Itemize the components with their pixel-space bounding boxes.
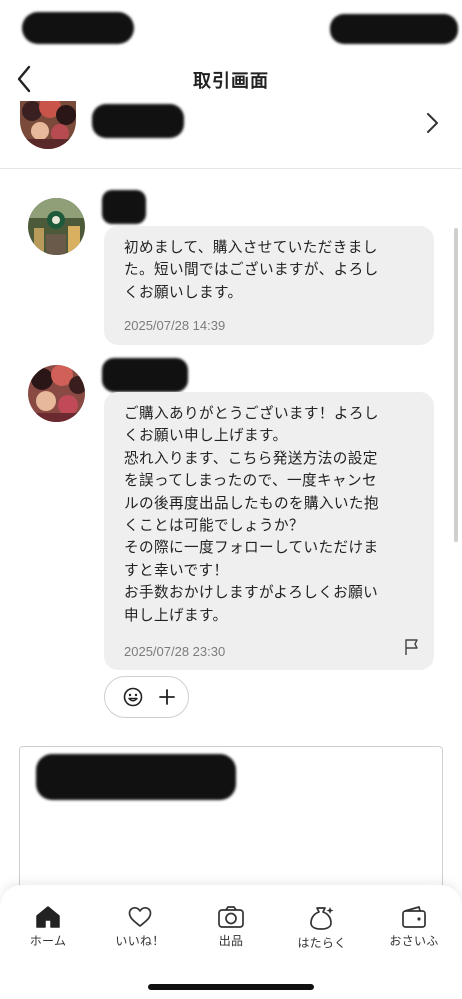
nav-work-label: はたらく — [297, 936, 347, 950]
nav-likes[interactable]: いいね！ — [100, 905, 180, 949]
wallet-icon — [402, 906, 426, 928]
page-title: 取引画面 — [193, 71, 269, 92]
seller-name-redaction — [92, 104, 184, 138]
home-icon — [36, 906, 60, 928]
message-bubble: ご購入ありがとうございます！よろし くお願い申し上げます。 恐れ入ります、こちら… — [104, 392, 434, 670]
money-bag-icon — [310, 907, 334, 930]
seller-avatar[interactable] — [20, 101, 76, 149]
bottom-navigation: ホーム いいね！ 出品 はたらく おさいふ — [0, 885, 462, 999]
nav-work[interactable]: はたらく — [282, 905, 362, 951]
seller-message-avatar[interactable] — [28, 365, 85, 422]
message-text: ご購入ありがとうございます！よろし くお願い申し上げます。 恐れ入ります、こちら… — [124, 405, 379, 624]
emoji-icon — [123, 687, 143, 707]
nav-sell-label: 出品 — [218, 934, 244, 948]
nav-home[interactable]: ホーム — [8, 905, 88, 949]
home-indicator — [148, 984, 314, 990]
message-timestamp: 2025/07/28 23:30 — [124, 644, 226, 659]
nav-wallet[interactable]: おさいふ — [374, 905, 454, 949]
plus-icon — [159, 689, 175, 705]
chevron-right-icon[interactable] — [422, 110, 442, 136]
add-reaction-button[interactable] — [104, 676, 189, 718]
flag-icon[interactable] — [404, 638, 420, 656]
scrollbar[interactable] — [454, 228, 458, 542]
buyer-avatar[interactable] — [28, 198, 85, 255]
camera-icon — [218, 906, 244, 928]
nav-likes-label: いいね！ — [115, 934, 165, 948]
nav-wallet-label: おさいふ — [389, 934, 439, 948]
status-bar-redaction-left — [22, 12, 134, 44]
seller-message-name-redaction — [102, 358, 188, 392]
message-bubble: 初めまして、購入させていただきまし た。短い間ではございますが、よろし くお願い… — [104, 226, 434, 345]
nav-home-label: ホーム — [29, 934, 67, 948]
buyer-name-redaction — [102, 190, 146, 224]
heart-icon — [128, 906, 152, 927]
nav-sell[interactable]: 出品 — [191, 905, 271, 949]
message-timestamp: 2025/07/28 14:39 — [124, 318, 226, 333]
seller-profile-row[interactable] — [0, 100, 462, 169]
status-bar-redaction-right — [330, 14, 458, 44]
message-input-redaction — [36, 754, 236, 800]
message-text: 初めまして、購入させていただきまし た。短い間ではございますが、よろし くお願い… — [124, 239, 379, 301]
